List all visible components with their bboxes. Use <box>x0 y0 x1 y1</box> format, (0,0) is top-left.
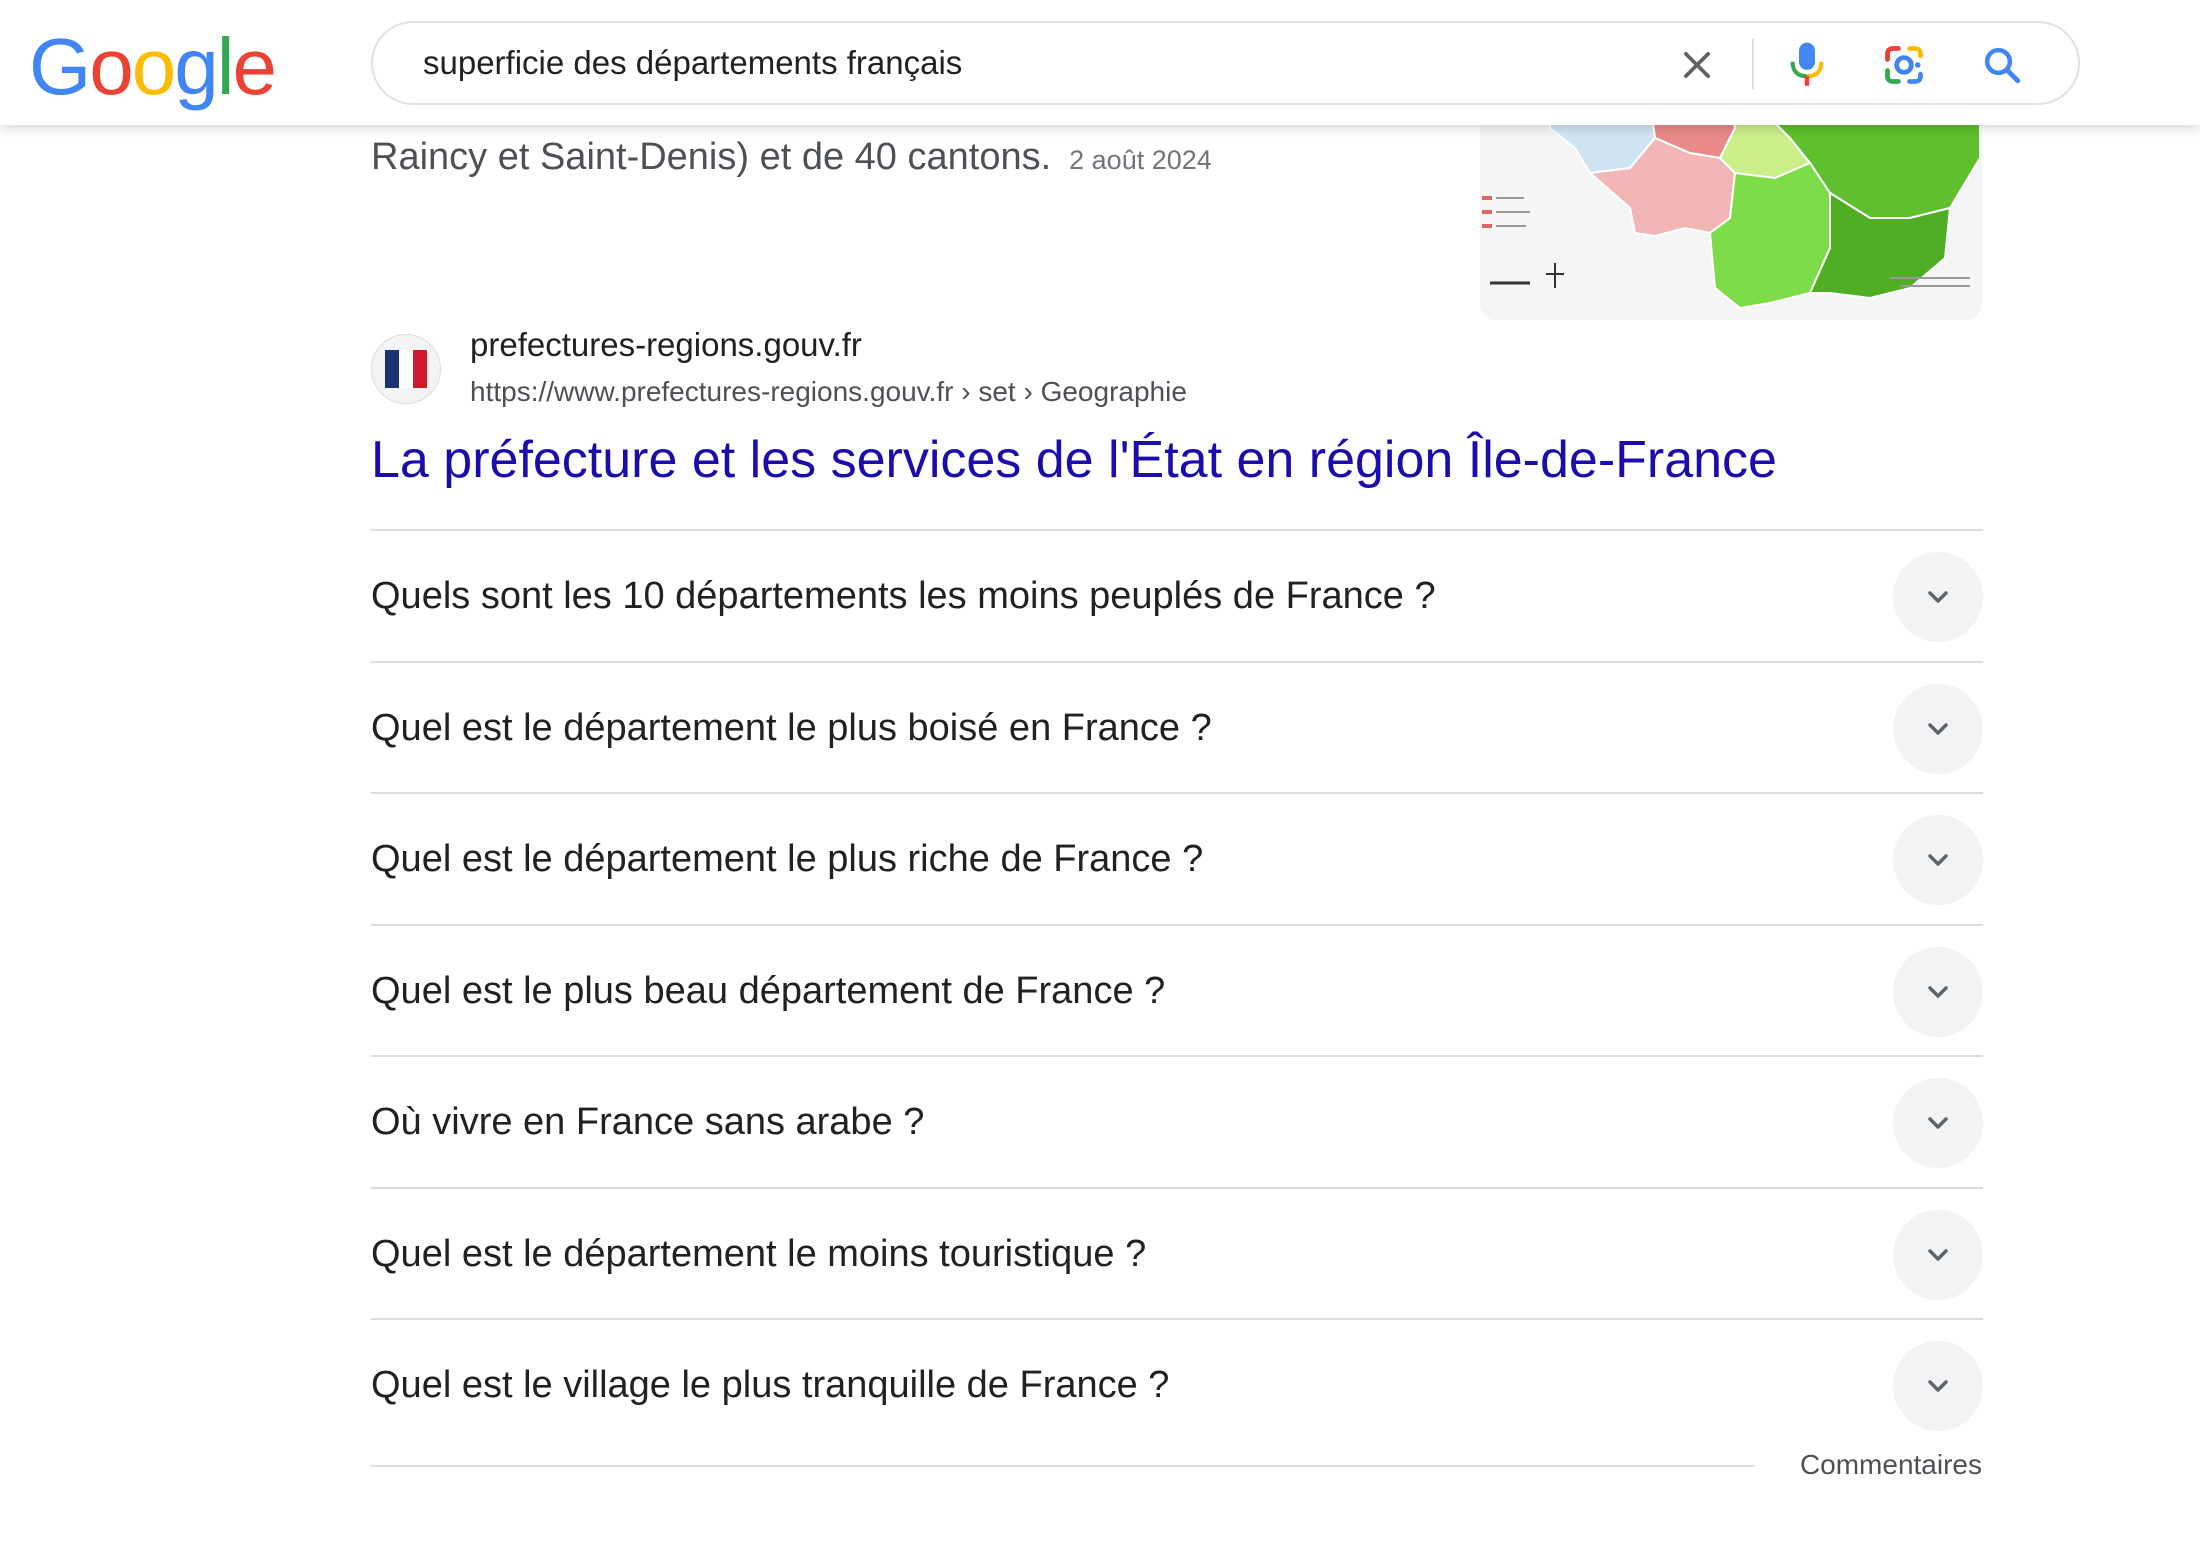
paa-question[interactable]: Quel est le département le moins tourist… <box>371 1186 1983 1319</box>
logo-letter: G <box>29 22 91 111</box>
snippet-date: 2 août 2024 <box>1069 145 1212 175</box>
logo-letter: e <box>232 22 277 111</box>
people-also-ask: Quels sont les 10 départements les moins… <box>371 529 1983 1450</box>
paa-question-text: Quels sont les 10 départements les moins… <box>371 575 1436 617</box>
paa-question-text: Quel est le village le plus tranquille d… <box>371 1364 1170 1406</box>
microphone-icon[interactable] <box>1780 38 1834 92</box>
paa-question[interactable]: Quels sont les 10 départements les moins… <box>371 529 1983 661</box>
chevron-down-icon[interactable] <box>1893 683 1983 774</box>
snippet-body: Raincy et Saint-Denis) et de 40 cantons. <box>371 136 1052 178</box>
result-breadcrumb[interactable]: https://www.prefectures-regions.gouv.fr … <box>470 376 1187 408</box>
chevron-down-icon[interactable] <box>1893 1341 1983 1431</box>
search-icon[interactable] <box>1975 38 2029 92</box>
logo-letter: g <box>174 22 218 111</box>
chevron-down-icon[interactable] <box>1893 1078 1983 1168</box>
result-title-link[interactable]: La préfecture et les services de l'État … <box>371 430 1777 490</box>
logo-letter: o <box>89 22 133 111</box>
paa-question-text: Quel est le département le plus boisé en… <box>371 706 1212 749</box>
result-site-name[interactable]: prefectures-regions.gouv.fr <box>470 326 862 364</box>
paa-bottom-divider <box>371 1465 1755 1467</box>
search-input[interactable]: superficie des départements français <box>423 23 962 103</box>
paa-question[interactable]: Quel est le plus beau département de Fra… <box>371 923 1983 1056</box>
logo-letter: l <box>216 22 235 111</box>
logo-letter: o <box>131 22 176 111</box>
chevron-down-icon[interactable] <box>1893 1209 1983 1300</box>
feedback-link[interactable]: Commentaires <box>1800 1449 1982 1481</box>
paa-question-text: Quel est le département le moins tourist… <box>371 1232 1147 1275</box>
paa-question-text: Quel est le département le plus riche de… <box>371 838 1204 880</box>
paa-question[interactable]: Quel est le village le plus tranquille d… <box>371 1318 1983 1450</box>
chevron-down-icon[interactable] <box>1893 815 1983 905</box>
close-icon[interactable] <box>1670 38 1724 92</box>
paa-question-text: Quel est le plus beau département de Fra… <box>371 969 1166 1012</box>
paa-question[interactable]: Quel est le département le plus riche de… <box>371 792 1983 924</box>
paa-question-text: Où vivre en France sans arabe ? <box>371 1101 925 1143</box>
search-header: Google superficie des départements franç… <box>0 0 2200 125</box>
paa-question[interactable]: Où vivre en France sans arabe ? <box>371 1055 1983 1187</box>
chevron-down-icon[interactable] <box>1893 552 1983 642</box>
google-lens-icon[interactable] <box>1877 38 1931 92</box>
chevron-down-icon[interactable] <box>1893 946 1983 1037</box>
search-box[interactable]: superficie des départements français <box>371 21 2080 105</box>
google-logo[interactable]: Google <box>29 22 277 112</box>
marianne-flag-icon[interactable] <box>371 334 441 404</box>
result-thumbnail-map[interactable] <box>1480 98 1982 320</box>
snippet-text: Raincy et Saint-Denis) et de 40 cantons.… <box>371 136 1212 179</box>
paa-question[interactable]: Quel est le département le plus boisé en… <box>371 660 1983 793</box>
results-page: Raincy et Saint-Denis) et de 40 cantons.… <box>0 0 2200 1557</box>
search-box-divider <box>1752 39 1754 89</box>
